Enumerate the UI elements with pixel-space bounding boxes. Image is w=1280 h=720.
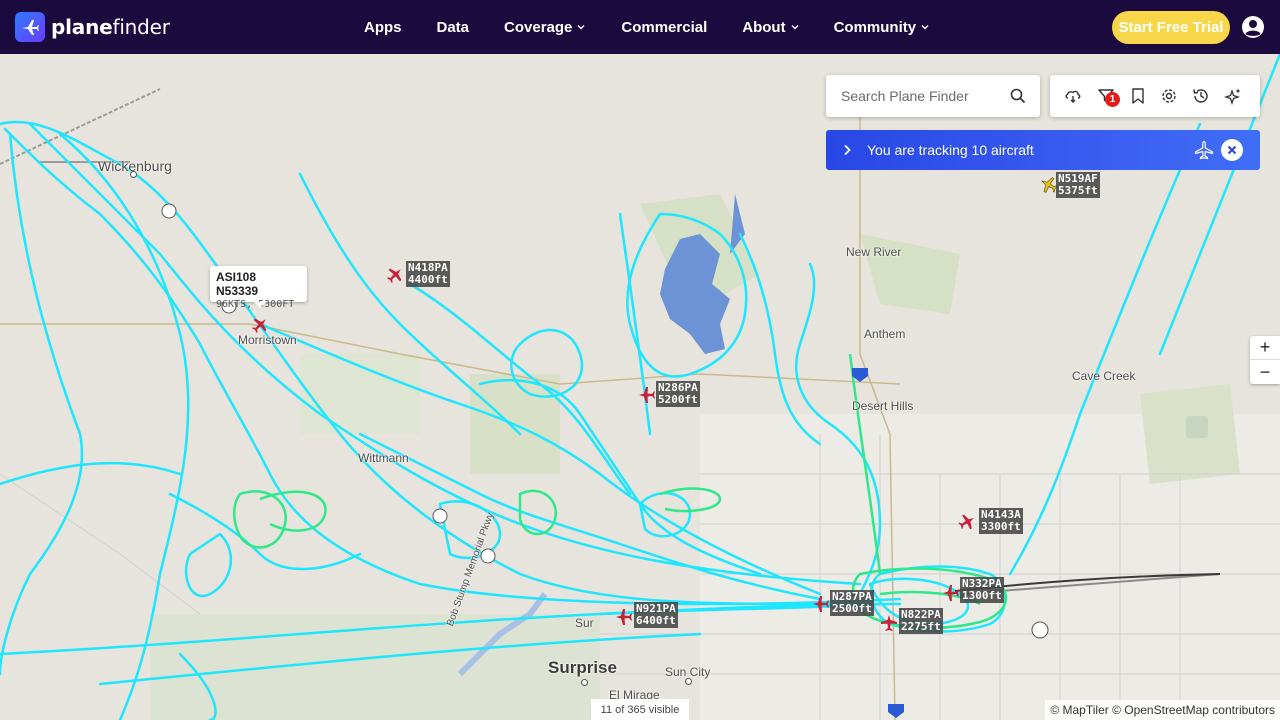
aircraft-label[interactable]: N921PA 6400ft (634, 602, 678, 628)
aircraft-label[interactable]: N286PA 5200ft (656, 381, 700, 407)
place-dot (581, 679, 588, 686)
aircraft-icon[interactable] (386, 266, 404, 284)
filter-badge: 1 (1105, 92, 1120, 107)
selected-aircraft-icon[interactable] (251, 316, 269, 334)
nav-apps[interactable]: Apps (364, 19, 402, 36)
search-icon[interactable] (1010, 88, 1026, 104)
place-surprise: Surprise (548, 658, 617, 677)
visible-count: 11 of 365 visible (591, 699, 689, 720)
nav-coverage[interactable]: Coverage (504, 19, 586, 36)
map-toolbar (1050, 75, 1260, 117)
bookmark-icon[interactable] (1129, 87, 1147, 105)
map-attribution[interactable]: © MapTiler © OpenStreetMap contributors (1045, 700, 1280, 720)
place-sur: Sur (575, 616, 594, 630)
logo-text: planefinder (51, 15, 170, 39)
place-morristown: Morristown (238, 333, 297, 347)
aircraft-icon[interactable] (812, 595, 830, 613)
account-icon[interactable] (1241, 15, 1265, 39)
close-tracking-button[interactable] (1221, 139, 1243, 161)
search-box (826, 75, 1040, 117)
place-sun-city: Sun City (665, 665, 711, 679)
aircraft-label[interactable]: N4143A 3300ft (979, 508, 1023, 534)
logo-plane-icon (15, 12, 45, 42)
plane-icon[interactable] (1194, 140, 1214, 160)
aircraft-icon[interactable] (958, 513, 976, 531)
sparkle-icon[interactable] (1224, 87, 1242, 105)
callout-details: 96KTS, 5300FT (216, 299, 295, 310)
start-free-trial-button[interactable]: Start Free Trial (1112, 11, 1230, 44)
place-anthem: Anthem (864, 327, 906, 341)
top-navigation: planefinder Apps Data Coverage Commercia… (0, 0, 1280, 54)
chevron-down-icon (921, 25, 929, 30)
aircraft-label[interactable]: N519AF 5375ft (1056, 172, 1100, 198)
nav-commercial[interactable]: Commercial (621, 19, 707, 36)
place-dot (685, 678, 692, 685)
place-desert-hills: Desert Hills (852, 399, 914, 413)
close-icon (1227, 145, 1237, 155)
nav-data[interactable]: Data (437, 19, 470, 36)
selected-aircraft-callout[interactable]: ASI108 N53339 96KTS, 5300FT (210, 266, 307, 310)
callout-callsign: ASI108 N53339 (216, 270, 259, 298)
chevron-down-icon (791, 25, 799, 30)
chevron-right-icon[interactable] (842, 144, 852, 156)
history-icon[interactable] (1192, 87, 1210, 105)
flight-map[interactable]: Wickenburg Morristown Wittmann New River… (0, 54, 1280, 720)
aircraft-label[interactable]: N287PA 2500ft (830, 590, 874, 616)
zoom-in-button[interactable]: + (1250, 336, 1280, 360)
chevron-down-icon (577, 25, 585, 30)
place-dot (130, 171, 137, 178)
tracking-text: You are tracking 10 aircraft (867, 142, 1034, 158)
place-cave-creek: Cave Creek (1072, 369, 1136, 383)
aircraft-icon[interactable] (880, 614, 898, 632)
planefinder-logo[interactable]: planefinder (15, 12, 170, 42)
aircraft-label[interactable]: N822PA 2275ft (899, 608, 943, 634)
weather-icon[interactable] (1064, 87, 1082, 105)
aircraft-icon[interactable] (638, 386, 656, 404)
aircraft-icon[interactable] (942, 584, 960, 602)
search-input[interactable] (841, 88, 1001, 104)
place-wittmann: Wittmann (358, 451, 409, 465)
aircraft-label[interactable]: N418PA 4400ft (406, 261, 450, 287)
place-new-river: New River (846, 245, 902, 259)
nav-about[interactable]: About (742, 19, 799, 36)
aircraft-icon[interactable] (615, 608, 633, 626)
settings-icon[interactable] (1160, 87, 1178, 105)
zoom-out-button[interactable]: − (1250, 360, 1280, 384)
tracking-banner[interactable]: You are tracking 10 aircraft (826, 130, 1260, 170)
aircraft-label[interactable]: N332PA 1300ft (960, 577, 1004, 603)
zoom-controls: + − (1250, 336, 1280, 384)
main-nav: Apps Data Coverage Commercial About Comm… (364, 0, 930, 54)
nav-community[interactable]: Community (834, 19, 931, 36)
